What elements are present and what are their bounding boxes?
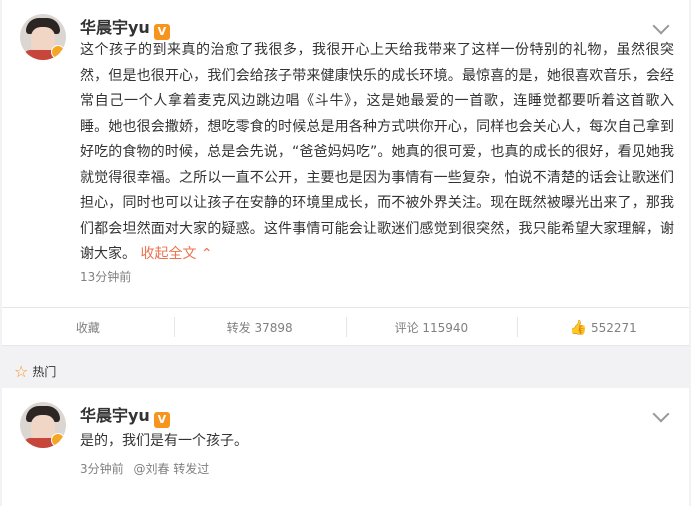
post-text: 是的，我们是有一个孩子。 xyxy=(80,433,248,449)
chevron-up-icon: ⌃ xyxy=(200,246,213,262)
comment-button[interactable]: 评论 115940 xyxy=(345,308,518,347)
chevron-down-icon[interactable] xyxy=(652,17,670,35)
author-avatar[interactable] xyxy=(20,14,66,60)
collapse-link[interactable]: 收起全文 ⌃ xyxy=(140,246,212,262)
chevron-down-icon[interactable] xyxy=(652,405,670,423)
reposted-by[interactable]: @刘春 转发过 xyxy=(133,462,209,476)
post-time[interactable]: 13分钟前 xyxy=(80,268,131,285)
weibo-post-card: 华晨宇yu V 这个孩子的到来真的治愈了我很多，我很开心上天给我带来了这样一份特别… xyxy=(2,0,689,346)
thumbs-up-icon: 👍 xyxy=(569,319,587,336)
star-icon: ☆ xyxy=(14,361,29,381)
hot-section-header: ☆ 热门 xyxy=(2,358,689,384)
weibo-post-card: 华晨宇yu V 是的，我们是有一个孩子。 3分钟前 @刘春 转发过 xyxy=(2,388,689,506)
author-name[interactable]: 华晨宇yu xyxy=(80,406,150,425)
author-name-row: 华晨宇yu V xyxy=(80,14,170,40)
author-avatar[interactable] xyxy=(20,402,66,448)
like-button[interactable]: 👍 552271 xyxy=(517,308,689,347)
verified-badge-icon xyxy=(51,433,65,447)
action-bar: 收藏 转发 37898 评论 115940 👍 552271 xyxy=(2,307,689,347)
author-name-row: 华晨宇yu V xyxy=(80,402,170,428)
hot-label: 热门 xyxy=(32,364,57,379)
post-body: 这个孩子的到来真的治愈了我很多，我很开心上天给我带来了这样一份特别的礼物，虽然很… xyxy=(80,42,674,262)
post-text: 这个孩子的到来真的治愈了我很多，我很开心上天给我带来了这样一份特别的礼物，虽然很… xyxy=(80,38,674,268)
verified-badge-icon xyxy=(51,45,65,59)
repost-button[interactable]: 转发 37898 xyxy=(173,308,346,347)
post-meta: 3分钟前 @刘春 转发过 xyxy=(80,460,209,477)
post-time[interactable]: 3分钟前 xyxy=(80,462,124,476)
vip-badge-icon: V xyxy=(153,412,170,428)
author-name[interactable]: 华晨宇yu xyxy=(80,18,150,37)
favorite-button[interactable]: 收藏 xyxy=(2,308,174,347)
